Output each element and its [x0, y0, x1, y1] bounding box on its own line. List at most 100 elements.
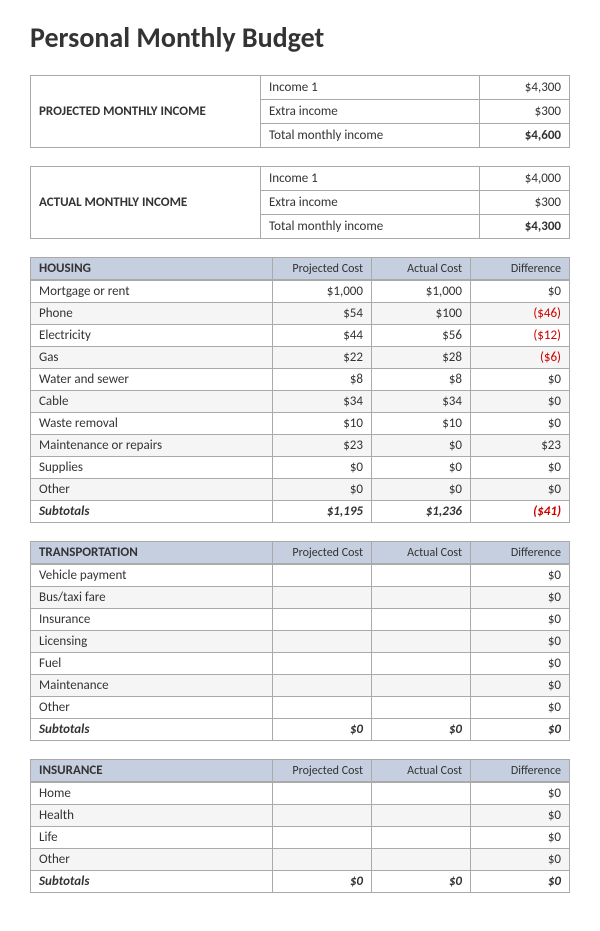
row-diff: ($12) [471, 325, 570, 347]
row-projected [273, 827, 372, 849]
table-row: Licensing$0 [31, 631, 570, 653]
row-projected: $44 [273, 325, 372, 347]
row-item-name: Other [31, 849, 273, 871]
projected-income-value-1: $4,300 [480, 76, 570, 100]
table-row: Waste removal$10$10$0 [31, 413, 570, 435]
row-diff: $0 [471, 369, 570, 391]
row-diff: $0 [471, 609, 570, 631]
table-row: Health$0 [31, 805, 570, 827]
row-projected [273, 697, 372, 719]
row-item-name: Vehicle payment [31, 565, 273, 587]
row-actual [372, 653, 471, 675]
row-projected [273, 849, 372, 871]
actual-income-section: ACTUAL MONTHLY INCOME Income 1 $4,000 Ex… [30, 166, 570, 239]
row-actual [372, 631, 471, 653]
actual-income-row-1: ACTUAL MONTHLY INCOME Income 1 $4,000 [31, 167, 570, 191]
insurance-col-actual: Actual Cost [372, 760, 471, 782]
table-row: Maintenance$0 [31, 675, 570, 697]
row-projected: $8 [273, 369, 372, 391]
table-row: Insurance $0 [31, 609, 570, 631]
row-diff: $0 [471, 281, 570, 303]
housing-section: HOUSING Projected Cost Actual Cost Diffe… [30, 257, 570, 523]
housing-col-diff: Difference [471, 258, 570, 280]
row-item-name: Other [31, 697, 273, 719]
projected-income-total-value: $4,600 [480, 124, 570, 148]
housing-col-actual: Actual Cost [372, 258, 471, 280]
row-item-name: Supplies [31, 457, 273, 479]
row-actual: $8 [372, 369, 471, 391]
table-row: Fuel$0 [31, 653, 570, 675]
row-actual [372, 849, 471, 871]
table-row: Cable$34$34$0 [31, 391, 570, 413]
projected-income-table: PROJECTED MONTHLY INCOME Income 1 $4,300… [30, 75, 570, 148]
projected-income-row-1: PROJECTED MONTHLY INCOME Income 1 $4,300 [31, 76, 570, 100]
row-diff: $0 [471, 827, 570, 849]
insurance-table: INSURANCE Projected Cost Actual Cost Dif… [30, 759, 570, 782]
table-row: Other $0 [31, 849, 570, 871]
row-item-name: Waste removal [31, 413, 273, 435]
table-row: Mortgage or rent$1,000$1,000$0 [31, 281, 570, 303]
subtotal-row: Subtotals$0$0$0 [31, 719, 570, 741]
actual-income-value-2: $300 [480, 191, 570, 215]
transportation-col-projected: Projected Cost [273, 542, 372, 564]
row-actual: $56 [372, 325, 471, 347]
subtotal-name: Subtotals [31, 501, 273, 523]
transportation-col-diff: Difference [471, 542, 570, 564]
housing-col-projected: Projected Cost [273, 258, 372, 280]
projected-income-label: PROJECTED MONTHLY INCOME [31, 76, 261, 148]
row-actual [372, 587, 471, 609]
row-item-name: Water and sewer [31, 369, 273, 391]
row-diff: $0 [471, 565, 570, 587]
subtotal-actual: $0 [372, 871, 471, 893]
row-projected: $0 [273, 457, 372, 479]
row-actual: $0 [372, 435, 471, 457]
row-item-name: Bus/taxi fare [31, 587, 273, 609]
subtotal-name: Subtotals [31, 719, 273, 741]
row-projected: $22 [273, 347, 372, 369]
row-actual [372, 675, 471, 697]
subtotal-diff: $0 [471, 871, 570, 893]
table-row: Home$0 [31, 783, 570, 805]
row-projected [273, 805, 372, 827]
table-row: Maintenance or repairs$23$0$23 [31, 435, 570, 457]
table-row: Water and sewer$8$8$0 [31, 369, 570, 391]
projected-income-value-2: $300 [480, 100, 570, 124]
housing-label: HOUSING [31, 258, 273, 280]
table-row: Supplies$0$0$0 [31, 457, 570, 479]
housing-header-row: HOUSING Projected Cost Actual Cost Diffe… [31, 258, 570, 280]
row-diff: $0 [471, 391, 570, 413]
subtotal-actual: $1,236 [372, 501, 471, 523]
row-diff: ($6) [471, 347, 570, 369]
actual-income-name-2: Extra income [261, 191, 480, 215]
row-actual [372, 697, 471, 719]
insurance-col-projected: Projected Cost [273, 760, 372, 782]
transportation-label: TRANSPORTATION [31, 542, 273, 564]
subtotal-projected: $0 [273, 719, 372, 741]
transportation-col-actual: Actual Cost [372, 542, 471, 564]
actual-income-label: ACTUAL MONTHLY INCOME [31, 167, 261, 239]
row-projected: $0 [273, 479, 372, 501]
row-actual: $0 [372, 479, 471, 501]
row-diff: $0 [471, 805, 570, 827]
row-diff: $0 [471, 631, 570, 653]
transportation-table: TRANSPORTATION Projected Cost Actual Cos… [30, 541, 570, 564]
insurance-data-table: Home$0Health$0Life$0Other$0Subtotals$0$0… [30, 782, 570, 893]
row-actual [372, 565, 471, 587]
row-actual [372, 805, 471, 827]
row-item-name: Home [31, 783, 273, 805]
page-title: Personal Monthly Budget [30, 20, 570, 55]
row-diff: $0 [471, 849, 570, 871]
subtotal-actual: $0 [372, 719, 471, 741]
table-row: Vehicle payment $0 [31, 565, 570, 587]
row-diff: $0 [471, 653, 570, 675]
housing-table: HOUSING Projected Cost Actual Cost Diffe… [30, 257, 570, 280]
row-item-name: Cable [31, 391, 273, 413]
subtotal-row: Subtotals$0$0$0 [31, 871, 570, 893]
row-item-name: Maintenance or repairs [31, 435, 273, 457]
row-item-name: Electricity [31, 325, 273, 347]
insurance-col-diff: Difference [471, 760, 570, 782]
row-item-name: Insurance [31, 609, 273, 631]
row-projected [273, 609, 372, 631]
row-item-name: Mortgage or rent [31, 281, 273, 303]
row-actual [372, 609, 471, 631]
